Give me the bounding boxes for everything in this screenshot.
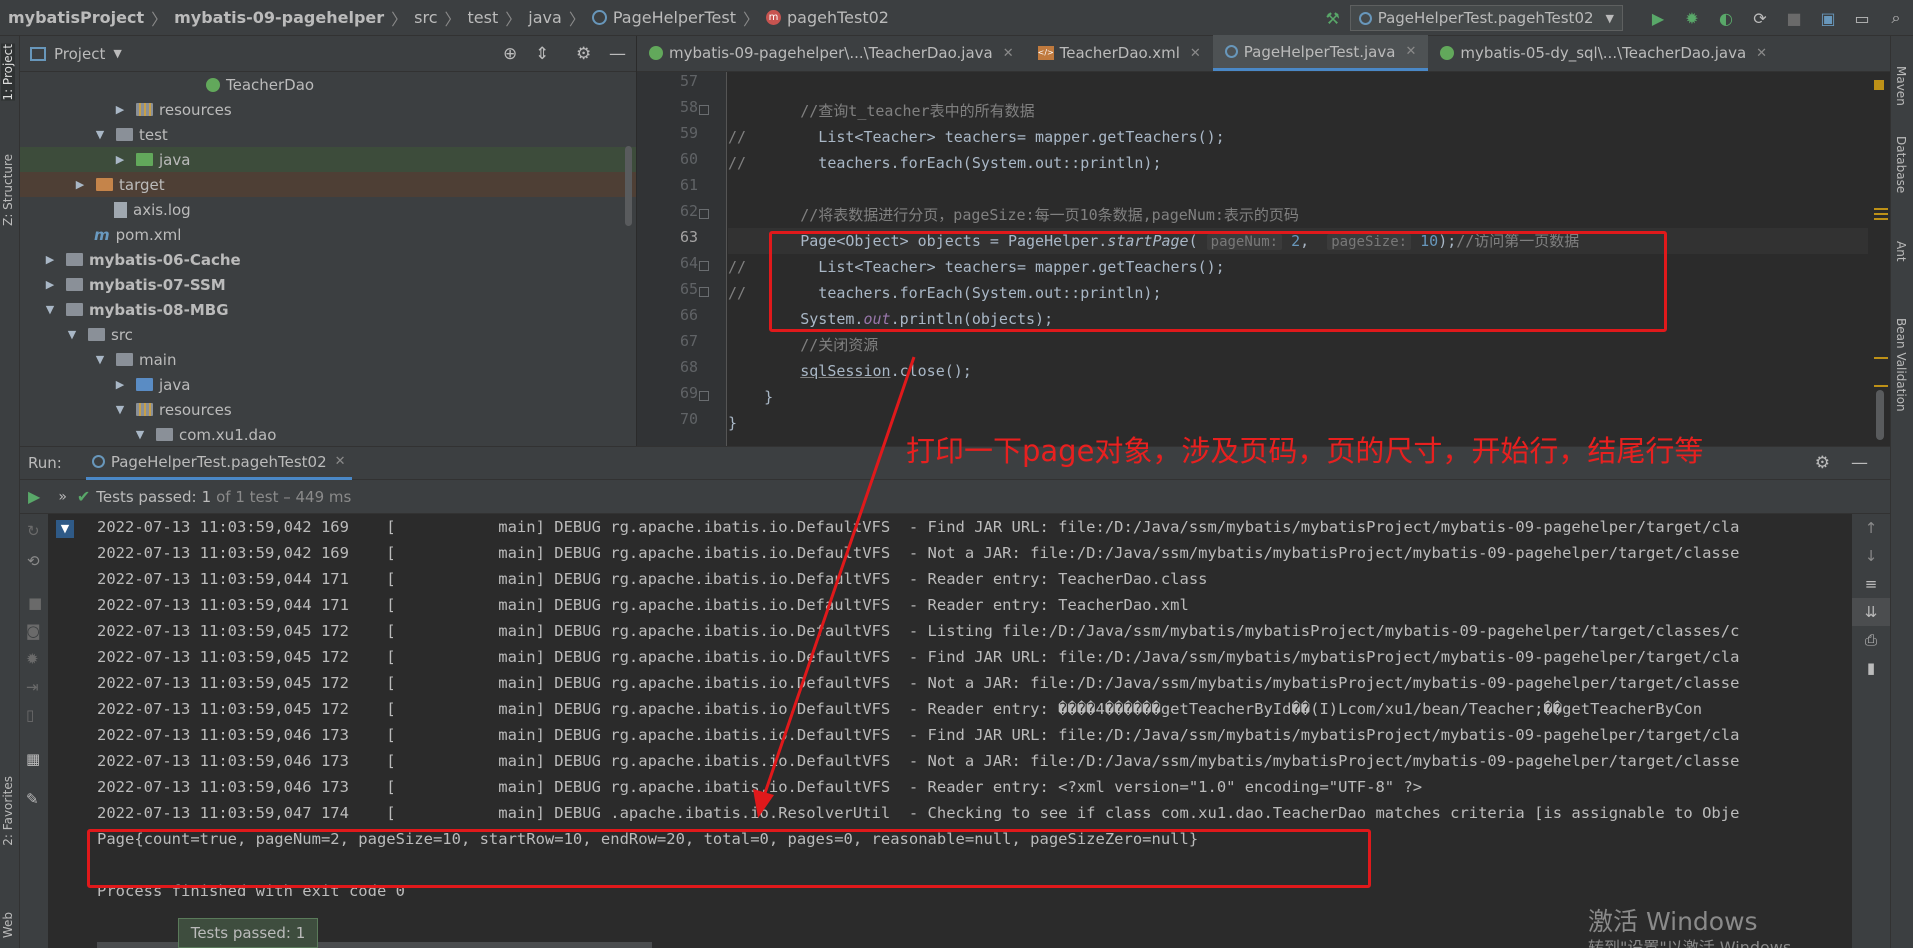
windows-activation-hint: 转到"设置"以激活 Windows xyxy=(1588,938,1792,948)
annotation-text: 打印一下page对象，涉及页码，页的尺寸，开始行，结尾行等 xyxy=(906,434,1704,468)
tests-passed-toast[interactable]: Tests passed: 1 xyxy=(178,918,318,948)
annotation-arrow xyxy=(753,356,916,818)
windows-activation-watermark: 激活 Windows xyxy=(1588,907,1758,936)
